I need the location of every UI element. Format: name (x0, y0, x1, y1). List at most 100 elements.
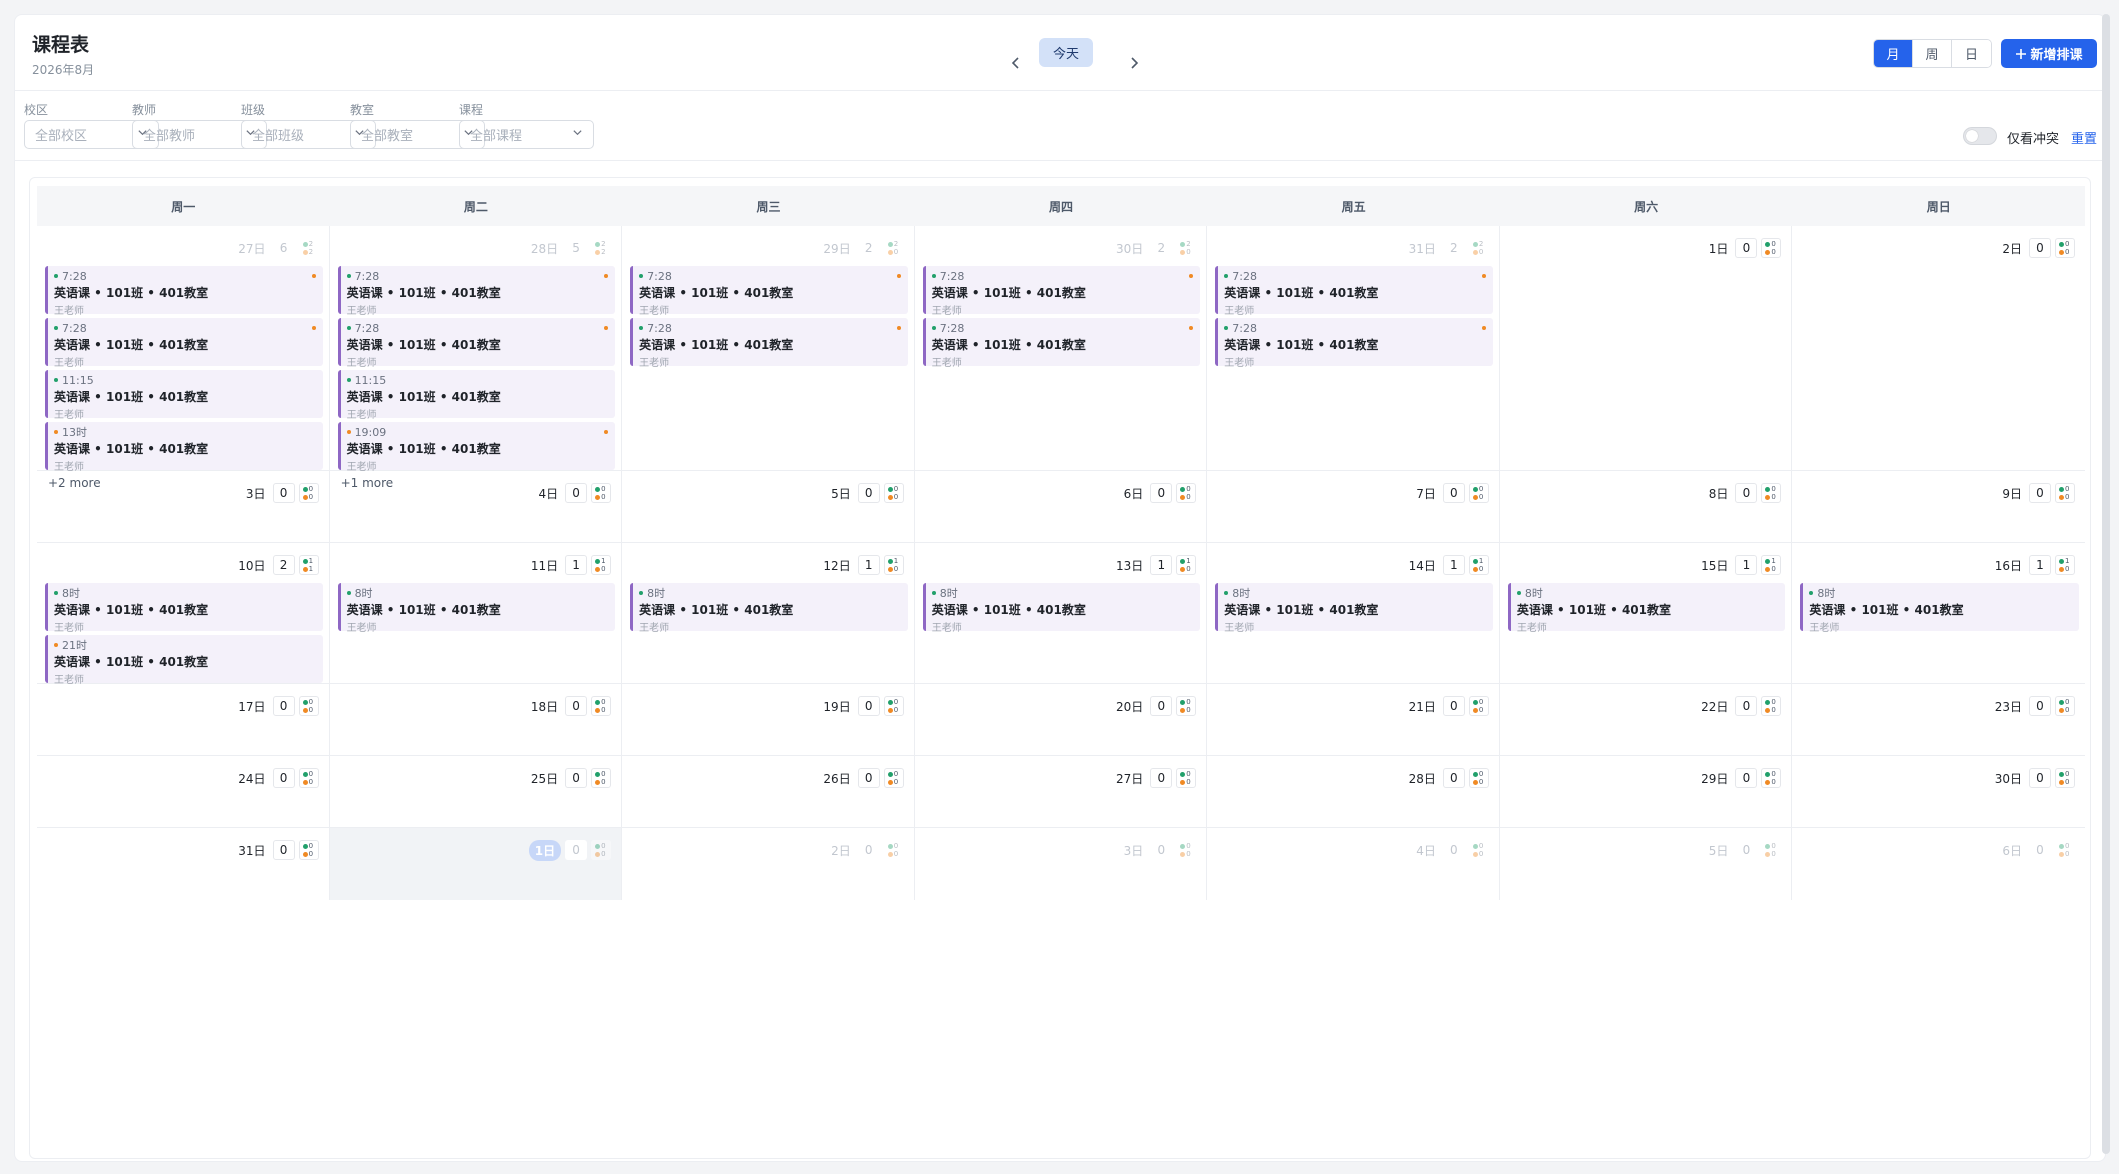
lesson-count-badge: 1 (565, 555, 588, 575)
day-cell[interactable]: 26日 0 0 0 (622, 756, 915, 827)
view-tab-2[interactable]: 日 (1952, 40, 1991, 67)
day-cell[interactable]: 8日 0 0 0 (1500, 471, 1793, 542)
day-cell[interactable]: 14日 1 1 0 8时 英语课 • 101班 • 401教室 王老师 (1207, 543, 1500, 683)
add-schedule-button[interactable]: 新增排课 (2001, 39, 2097, 68)
lesson-card[interactable]: 8时 英语课 • 101班 • 401教室 王老师 (1507, 583, 1786, 634)
conflict-count: 0 (308, 778, 314, 786)
lesson-card[interactable]: 7:28 英语课 • 101班 • 401教室 王老师 (337, 318, 616, 369)
lesson-count-badge: 0 (857, 483, 880, 503)
day-number: 10日 (238, 558, 266, 573)
day-cell[interactable]: 12日 1 1 0 8时 英语课 • 101班 • 401教室 王老师 (622, 543, 915, 683)
lesson-card[interactable]: 21时 英语课 • 101班 • 401教室 王老师 (45, 635, 323, 686)
day-cell[interactable]: 11日 1 1 0 8时 英语课 • 101班 • 401教室 王老师 (330, 543, 623, 683)
lesson-card[interactable]: 7:28 英语课 • 101班 • 401教室 王老师 (45, 266, 323, 317)
day-cell[interactable]: 19日 0 0 0 (622, 684, 915, 755)
day-cell[interactable]: 15日 1 1 0 8时 英语课 • 101班 • 401教室 王老师 (1500, 543, 1793, 683)
day-cell[interactable]: 24日 0 0 0 (37, 756, 330, 827)
view-tab-0[interactable]: 月 (1874, 40, 1913, 67)
conflict-count: 1 (308, 565, 314, 573)
normal-dot-icon (887, 486, 893, 492)
day-cell[interactable]: 5日 0 0 0 (622, 471, 915, 542)
today-button[interactable]: 今天 (1039, 38, 1093, 67)
lesson-count-badge: 0 (1735, 483, 1758, 503)
lesson-card[interactable]: 7:28 英语课 • 101班 • 401教室 王老师 (45, 318, 323, 369)
lesson-count-badge: 1 (2028, 555, 2051, 575)
day-cell[interactable]: 3日 0 0 0 (915, 828, 1208, 900)
day-cell[interactable]: 1日 0 0 0 (329, 828, 623, 900)
lesson-card[interactable]: 8时 英语课 • 101班 • 401教室 王老师 (630, 583, 908, 634)
next-month-button[interactable] (1122, 51, 1146, 75)
day-cell[interactable]: 28日 0 0 0 (1207, 756, 1500, 827)
day-cell[interactable]: 22日 0 0 0 (1500, 684, 1793, 755)
day-cell[interactable]: 4日 0 0 0 (1207, 828, 1500, 900)
day-cell[interactable]: 6日 0 0 0 (915, 471, 1208, 542)
lesson-card[interactable]: 11:15 英语课 • 101班 • 401教室 王老师 (45, 370, 323, 421)
day-cell[interactable]: 5日 0 0 0 (1500, 828, 1793, 900)
day-cell[interactable]: 29日 0 0 0 (1500, 756, 1793, 827)
lesson-card[interactable]: 11:15 英语课 • 101班 • 401教室 王老师 (337, 370, 616, 421)
prev-month-button[interactable] (1004, 51, 1028, 75)
status-dot-icon (54, 378, 58, 382)
lesson-card[interactable]: 7:28 英语课 • 101班 • 401教室 王老师 (1215, 318, 1493, 369)
day-cell[interactable]: 9日 0 0 0 (1792, 471, 2085, 542)
day-cell[interactable]: 13日 1 1 0 8时 英语课 • 101班 • 401教室 王老师 (915, 543, 1208, 683)
day-cell[interactable]: 31日 2 2 0 7:28 英语课 • 101班 • 401教室 王老师 7:28 英语课 •… (1207, 226, 1500, 470)
normal-dot-icon (887, 771, 893, 777)
day-cell[interactable]: 31日 0 0 0 (37, 828, 330, 900)
lesson-card[interactable]: 7:28 英语课 • 101班 • 401教室 王老师 (1215, 266, 1493, 317)
day-cell[interactable]: 2日 0 0 0 (622, 828, 915, 900)
page-scrollbar[interactable] (2102, 14, 2110, 1154)
filter-bar: 校区 全部校区 教师 全部教师 班级 全部班级 教室 全部教室 课程 全部课程 仅看冲突 重置 (15, 91, 2107, 161)
day-number: 30日 (1115, 241, 1144, 256)
day-cell[interactable]: 30日 0 0 0 (1792, 756, 2085, 827)
lesson-card[interactable]: 8时 英语课 • 101班 • 401教室 王老师 (45, 583, 323, 634)
lesson-card[interactable]: 13时 英语课 • 101班 • 401教室 王老师 (45, 422, 323, 473)
conflict-count: 0 (1186, 850, 1191, 858)
day-number: 20日 (1115, 699, 1144, 714)
conflict-dot-icon (302, 707, 308, 713)
day-cell[interactable]: 17日 0 0 0 (37, 684, 330, 755)
lesson-card[interactable]: 7:28 英语课 • 101班 • 401教室 王老师 (630, 318, 908, 369)
day-cell[interactable]: 27日 0 0 0 (915, 756, 1208, 827)
day-cell[interactable]: 27日 6 2 2 7:28 英语课 • 101班 • 401教室 王老师 7:28 英语课 •… (37, 226, 330, 490)
day-cell[interactable]: 23日 0 0 0 (1792, 684, 2085, 755)
day-cell[interactable]: 7日 0 0 0 (1207, 471, 1500, 542)
lesson-card[interactable]: 8时 英语课 • 101班 • 401教室 王老师 (922, 583, 1201, 634)
conflict-dot-icon (1180, 494, 1186, 500)
lesson-card[interactable]: 8时 英语课 • 101班 • 401教室 王老师 (1800, 583, 2079, 634)
day-cell[interactable]: 30日 2 2 0 7:28 英语课 • 101班 • 401教室 王老师 7:28 英语课 •… (915, 226, 1208, 470)
day-cell[interactable]: 4日 0 0 0 (330, 471, 623, 542)
lesson-card[interactable]: 7:28 英语课 • 101班 • 401教室 王老师 (630, 266, 908, 317)
day-cell[interactable]: 2日 0 0 0 (1792, 226, 2085, 470)
day-cell[interactable]: 6日 0 0 0 (1792, 828, 2085, 900)
status-summary-icon: 22 (591, 238, 612, 258)
view-tab-1[interactable]: 周 (1913, 40, 1952, 67)
reset-filters-link[interactable]: 重置 (2071, 128, 2097, 147)
lesson-count-badge: 0 (565, 483, 588, 503)
day-cell[interactable]: 25日 0 0 0 (330, 756, 623, 827)
conflict-dot-icon (2058, 779, 2064, 785)
lesson-card[interactable]: 7:28 英语课 • 101班 • 401教室 王老师 (337, 266, 616, 317)
conflict-count: 0 (893, 493, 899, 501)
day-cell[interactable]: 1日 0 0 0 (1500, 226, 1793, 470)
lesson-card[interactable]: 19:09 英语课 • 101班 • 401教室 王老师 (337, 422, 616, 473)
conflict-count: 2 (308, 248, 314, 256)
conflict-count: 0 (1186, 706, 1191, 714)
day-cell[interactable]: 28日 5 2 2 7:28 英语课 • 101班 • 401教室 王老师 7:28 英语课 •… (330, 226, 623, 490)
status-dot-icon (931, 274, 936, 278)
day-cell[interactable]: 29日 2 2 0 7:28 英语课 • 101班 • 401教室 王老师 7:28 英语课 •… (622, 226, 915, 470)
day-cell[interactable]: 16日 1 1 0 8时 英语课 • 101班 • 401教室 王老师 (1792, 543, 2085, 683)
normal-count: 2 (601, 240, 606, 248)
lesson-card[interactable]: 8时 英语课 • 101班 • 401教室 王老师 (337, 583, 616, 634)
lesson-card[interactable]: 8时 英语课 • 101班 • 401教室 王老师 (1215, 583, 1493, 634)
day-cell[interactable]: 21日 0 0 0 (1207, 684, 1500, 755)
lesson-card[interactable]: 7:28 英语课 • 101班 • 401教室 王老师 (922, 266, 1201, 317)
lesson-card[interactable]: 7:28 英语课 • 101班 • 401教室 王老师 (922, 318, 1201, 369)
conflict-only-toggle[interactable] (1963, 127, 1997, 145)
day-cell[interactable]: 18日 0 0 0 (330, 684, 623, 755)
day-cell[interactable]: 20日 0 0 0 (915, 684, 1208, 755)
day-cell[interactable]: 10日 2 1 1 8时 英语课 • 101班 • 401教室 王老师 21时 英语课 • 10… (37, 543, 330, 686)
lesson-time-text: 13时 (62, 426, 87, 439)
filter-select[interactable]: 全部课程 (459, 120, 594, 149)
day-cell[interactable]: 3日 0 0 0 (37, 471, 330, 542)
